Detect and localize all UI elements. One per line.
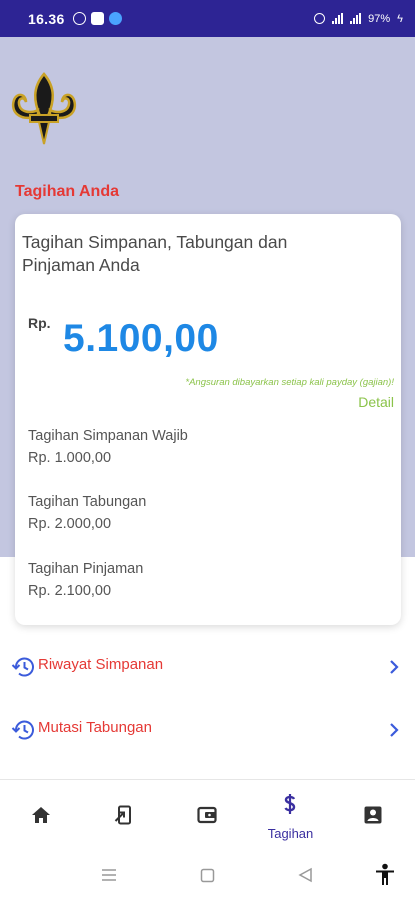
status-bar: 16.36 97% ϟ [0, 0, 415, 37]
whatsapp-icon [72, 12, 86, 25]
recent-apps-icon[interactable] [101, 868, 117, 882]
transfer-icon [114, 805, 131, 825]
dollar-icon [284, 794, 296, 814]
bill-item-label: Tagihan Simpanan Wajib [28, 428, 188, 444]
menu-label: Riwayat Simpanan [38, 656, 164, 673]
bill-item-value: Rp. 2.000,00 [28, 516, 112, 532]
profile-icon [364, 806, 382, 824]
bill-item-value: Rp. 2.100,00 [28, 583, 112, 599]
app-notification-icon [90, 12, 104, 25]
menu-label: Mutasi Tabungan [38, 719, 152, 736]
nav-profile[interactable] [332, 780, 415, 847]
bill-item-pinjaman: Tagihan Pinjaman Rp. 2.100,00 [28, 558, 143, 602]
bill-item-simpanan-wajib: Tagihan Simpanan Wajib Rp. 1.000,00 [28, 425, 188, 469]
history-icon [11, 657, 34, 677]
chevron-right-icon [390, 660, 399, 674]
history-icon [11, 720, 34, 740]
card-title: Tagihan Simpanan, Tabungan dan Pinjaman … [22, 232, 288, 275]
alarm-icon [314, 13, 326, 24]
status-right: 97% ϟ [314, 13, 403, 25]
detail-link[interactable]: Detail [358, 394, 394, 410]
network-signal-icon [350, 13, 362, 24]
section-title: Tagihan Anda [15, 183, 119, 200]
notification-icons [72, 12, 122, 25]
chevron-right-icon [390, 723, 399, 737]
charging-icon: ϟ [397, 12, 403, 25]
back-button-icon[interactable] [298, 867, 313, 883]
mutasi-tabungan-row[interactable]: Mutasi Tabungan [0, 709, 415, 749]
bill-item-value: Rp. 1.000,00 [28, 450, 112, 466]
status-left: 16.36 [28, 11, 122, 27]
riwayat-simpanan-row[interactable]: Riwayat Simpanan [0, 646, 415, 686]
nav-label-tagihan: Tagihan [267, 826, 314, 841]
wallet-icon [197, 806, 217, 824]
nav-wallet[interactable] [166, 780, 249, 847]
nav-transfer[interactable] [83, 780, 166, 847]
battery-level: 97% [368, 12, 391, 25]
nav-tagihan[interactable]: Tagihan [249, 780, 332, 847]
status-time: 16.36 [28, 10, 65, 27]
currency-label: Rp. [28, 315, 51, 331]
bottom-navigation: Tagihan [0, 779, 415, 846]
system-navigation-bar [0, 846, 415, 900]
home-icon [32, 807, 50, 823]
payday-note: *Angsuran dibayarkan setiap kali payday … [185, 377, 394, 388]
bill-summary-card: Tagihan Simpanan, Tabungan dan Pinjaman … [15, 214, 401, 625]
bill-item-label: Tagihan Tabungan [28, 494, 147, 510]
bill-item-label: Tagihan Pinjaman [28, 561, 144, 577]
accessibility-icon[interactable] [374, 863, 396, 887]
bluetooth-icon [108, 12, 122, 25]
signal-icon [332, 13, 344, 24]
home-button-icon[interactable] [200, 868, 215, 883]
bill-item-tabungan: Tagihan Tabungan Rp. 2.000,00 [28, 491, 146, 535]
total-amount: 5.100,00 [63, 317, 219, 360]
fleur-de-lis-logo [11, 72, 77, 145]
nav-home[interactable] [0, 780, 83, 847]
